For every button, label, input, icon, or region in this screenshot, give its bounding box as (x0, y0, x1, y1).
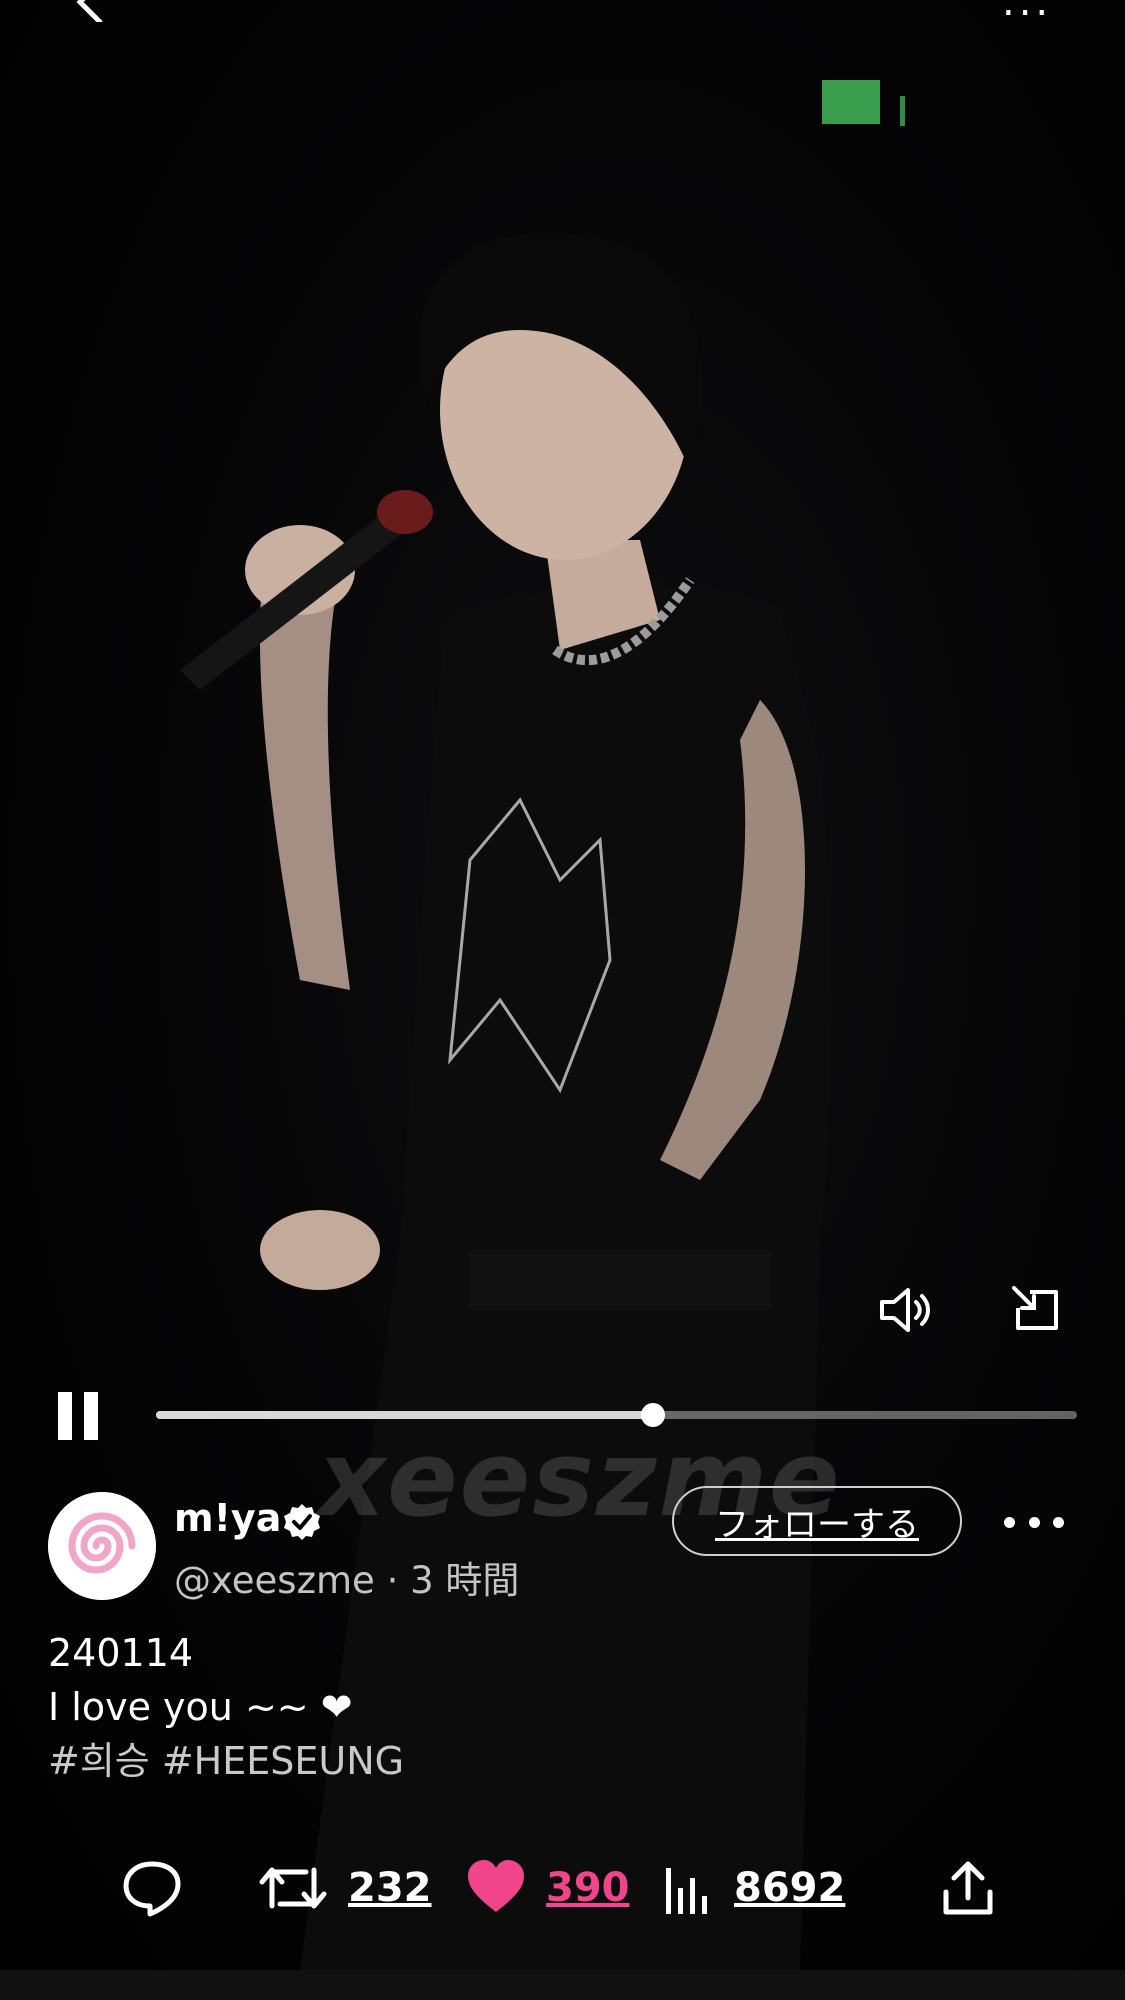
like-count: 390 (546, 1865, 630, 1911)
post-more-button[interactable] (1004, 1502, 1064, 1542)
author-meta: @xeeszme · 3 時間 (174, 1550, 519, 1604)
picture-in-picture-icon (1012, 1286, 1058, 1330)
pause-icon-bar (58, 1392, 72, 1440)
tweet-video-viewer: ... xeeszme m!ya @xeeszme · 3 時間 フォローする … (0, 0, 1125, 2000)
volume-button[interactable] (872, 1278, 936, 1342)
more-horizontal-icon: ... (1002, 0, 1053, 25)
back-button[interactable] (70, 0, 114, 25)
reply-icon (123, 1861, 181, 1917)
swirl-avatar-icon (48, 1492, 156, 1600)
views-button[interactable]: 8692 (662, 1856, 845, 1920)
speaker-on-icon (880, 1288, 930, 1332)
exit-sign (822, 80, 880, 124)
like-button[interactable]: 390 (466, 1856, 630, 1920)
reply-button[interactable] (120, 1856, 184, 1920)
pause-button[interactable] (50, 1388, 106, 1448)
author-display-name[interactable]: m!ya (174, 1496, 281, 1540)
back-arrow-icon (76, 0, 103, 25)
tweet-hashtags[interactable]: #희승 #HEESEUNG (48, 1734, 404, 1788)
follow-button[interactable]: フォローする (672, 1486, 962, 1556)
tweet-line: 240114 (48, 1631, 194, 1675)
post-time: 3 時間 (410, 1559, 520, 1602)
share-upload-icon (943, 1861, 993, 1915)
pause-icon-bar (84, 1392, 98, 1440)
more-horizontal-icon-dot (1028, 1516, 1040, 1528)
tweet-line: I love you ~~ ❤ (48, 1685, 353, 1729)
retweet-button[interactable]: 232 (258, 1856, 432, 1920)
bottom-bar (0, 1970, 1125, 2000)
verified-badge-icon (282, 1502, 322, 1542)
view-count: 8692 (734, 1865, 846, 1911)
picture-in-picture-button[interactable] (1004, 1278, 1068, 1342)
more-horizontal-icon-dot (1053, 1516, 1064, 1528)
heart-filled-icon (468, 1860, 524, 1912)
share-button[interactable] (940, 1856, 996, 1920)
bar-chart-icon (666, 1868, 707, 1914)
author-handle[interactable]: @xeeszme (174, 1559, 375, 1602)
tweet-text: 240114 I love you ~~ ❤ #희승 #HEESEUNG (48, 1626, 404, 1788)
meta-separator: · (386, 1559, 399, 1602)
more-options-button[interactable]: ... (1002, 0, 1052, 22)
retweet-count: 232 (348, 1865, 432, 1911)
avatar[interactable] (48, 1492, 156, 1600)
more-horizontal-icon-dot (1004, 1516, 1015, 1528)
retweet-icon (259, 1867, 327, 1909)
